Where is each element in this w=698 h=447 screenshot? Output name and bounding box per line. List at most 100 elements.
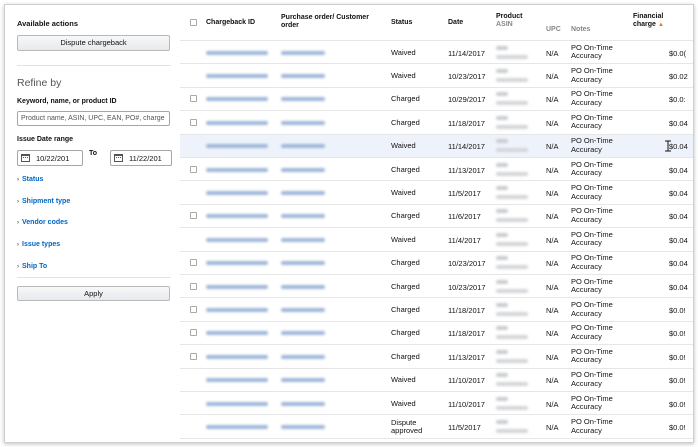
table-row[interactable]: Waived 11/10/2017 N/A PO On-Time Accuracy $0… xyxy=(180,369,693,392)
col-notes[interactable]: Notes xyxy=(571,26,590,33)
col-status[interactable]: Status xyxy=(391,19,412,26)
table-row[interactable]: Waived 11/14/2017 N/A PO On-Time Accuracy $0… xyxy=(180,134,693,158)
chargeback-id-link[interactable] xyxy=(206,284,268,289)
purchase-order-link[interactable] xyxy=(281,191,325,196)
chargeback-id-link[interactable] xyxy=(206,120,268,125)
chargeback-id-link[interactable] xyxy=(206,237,268,242)
table-row[interactable]: Waived 11/10/2017 N/A PO On-Time Accuracy $0… xyxy=(180,392,693,416)
financial-charge-value: $0.0: xyxy=(669,95,686,105)
purchase-order-link[interactable] xyxy=(281,120,325,125)
col-financial-charge[interactable]: Financial charge ▲ xyxy=(633,13,693,29)
chargeback-id-link[interactable] xyxy=(206,214,268,219)
purchase-order-link[interactable] xyxy=(281,378,325,383)
filter-vendor-codes[interactable]: › Vendor codes xyxy=(17,219,68,226)
filter-shipment-type[interactable]: › Shipment type xyxy=(17,198,70,205)
col-purchase-order[interactable]: Purchase order/ Customer order xyxy=(281,14,376,30)
purchase-order-link[interactable] xyxy=(281,237,325,242)
table-row[interactable]: Waived 11/5/2017 N/A PO On-Time Accuracy $0.… xyxy=(180,181,693,205)
filter-label: Issue types xyxy=(22,241,61,248)
asin-value xyxy=(496,148,528,153)
purchase-order-link[interactable] xyxy=(281,354,325,359)
purchase-order-link[interactable] xyxy=(281,425,325,430)
financial-charge-value: $0.0! xyxy=(669,329,686,339)
table-row[interactable]: Charged 10/23/2017 N/A PO On-Time Accuracy $… xyxy=(180,275,693,299)
table-row[interactable]: Charged 11/18/2017 N/A PO On-Time Accuracy $… xyxy=(180,298,693,322)
row-checkbox[interactable] xyxy=(190,306,197,314)
table-row[interactable]: Waived 11/4/2017 N/A PO On-Time Accuracy $0.… xyxy=(180,228,693,252)
col-chargeback-id[interactable]: Chargeback ID xyxy=(206,19,255,26)
chargeback-id-link[interactable] xyxy=(206,354,268,359)
chargeback-id-link[interactable] xyxy=(206,401,268,406)
purchase-order-link[interactable] xyxy=(281,167,325,172)
filter-ship-to[interactable]: › Ship To xyxy=(17,263,47,270)
purchase-order-link[interactable] xyxy=(281,74,325,79)
row-checkbox[interactable] xyxy=(190,118,197,126)
chargeback-id-link[interactable] xyxy=(206,308,268,313)
table-row[interactable]: Charged 11/18/2017 N/A PO On-Time Accuracy $… xyxy=(180,322,693,346)
row-checkbox[interactable] xyxy=(190,165,197,173)
table-row[interactable]: Charged 11/13/2017 N/A PO On-Time Accuracy $… xyxy=(180,158,693,182)
chargeback-id-link[interactable] xyxy=(206,378,268,383)
filter-label: Ship To xyxy=(22,263,48,270)
chargeback-id-link[interactable] xyxy=(206,74,268,79)
product-name xyxy=(496,349,508,354)
row-checkbox[interactable] xyxy=(190,212,197,220)
purchase-order-link[interactable] xyxy=(281,401,325,406)
table-row[interactable]: Waived 10/23/2017 N/A PO On-Time Accuracy $0… xyxy=(180,64,693,88)
row-checkbox[interactable] xyxy=(190,329,197,337)
date-value: 11/5/2017 xyxy=(448,189,481,199)
date-to-field[interactable]: 11/22/201 xyxy=(110,150,172,166)
purchase-order-link[interactable] xyxy=(281,261,325,266)
purchase-order-link[interactable] xyxy=(281,284,325,289)
table-row[interactable]: Charged 11/18/2017 N/A PO On-Time Accuracy $… xyxy=(180,111,693,135)
chargeback-id-link[interactable] xyxy=(206,97,268,102)
table-row[interactable]: Dispute approved 11/5/2017 N/A PO On-Time A… xyxy=(180,415,693,439)
table-row[interactable]: Charged 10/23/2017 N/A PO On-Time Accuracy $… xyxy=(180,252,693,275)
row-checkbox[interactable] xyxy=(190,259,197,267)
dispute-chargeback-button[interactable]: Dispute chargeback xyxy=(17,35,170,51)
date-from-field[interactable]: 10/22/201 xyxy=(17,150,83,166)
table-row[interactable]: Charged 11/13/2017 N/A PO On-Time Accuracy $… xyxy=(180,345,693,369)
calendar-icon[interactable] xyxy=(114,154,123,162)
purchase-order-link[interactable] xyxy=(281,308,325,313)
filter-issue-types[interactable]: › Issue types xyxy=(17,241,60,248)
product-name xyxy=(496,326,508,331)
apply-button[interactable]: Apply xyxy=(17,286,170,301)
purchase-order-link[interactable] xyxy=(281,50,325,55)
product-name xyxy=(496,162,508,167)
chargeback-id-link[interactable] xyxy=(206,191,268,196)
row-checkbox[interactable] xyxy=(190,95,197,103)
product-name xyxy=(496,45,508,50)
chargeback-id-link[interactable] xyxy=(206,167,268,172)
notes-value: PO On-Time Accuracy xyxy=(571,253,613,271)
col-product[interactable]: Product xyxy=(496,13,522,20)
chargeback-id-link[interactable] xyxy=(206,261,268,266)
chevron-right-icon: › xyxy=(17,264,19,270)
chargeback-id-link[interactable] xyxy=(206,425,268,430)
row-checkbox[interactable] xyxy=(190,282,197,290)
notes-value: PO On-Time Accuracy xyxy=(571,370,613,388)
col-asin[interactable]: ASIN xyxy=(496,21,513,28)
chargeback-id-link[interactable] xyxy=(206,331,268,336)
chargeback-table: Chargeback ID Purchase order/ Customer o… xyxy=(180,5,693,442)
table-row[interactable]: Charged 11/6/2017 N/A PO On-Time Accuracy $0… xyxy=(180,205,693,229)
select-all-checkbox[interactable] xyxy=(190,19,197,26)
asin-value xyxy=(496,54,528,59)
upc-value: N/A xyxy=(546,376,559,386)
table-row[interactable]: Charged 10/29/2017 N/A PO On-Time Accuracy $… xyxy=(180,88,693,112)
purchase-order-link[interactable] xyxy=(281,214,325,219)
col-upc[interactable]: UPC xyxy=(546,26,561,33)
keyword-search-input[interactable] xyxy=(17,111,170,126)
chargeback-id-link[interactable] xyxy=(206,50,268,55)
chargeback-id-link[interactable] xyxy=(206,144,268,149)
purchase-order-link[interactable] xyxy=(281,331,325,336)
row-checkbox[interactable] xyxy=(190,352,197,360)
calendar-icon[interactable] xyxy=(21,154,30,162)
table-row[interactable]: Waived 11/14/2017 N/A PO On-Time Accuracy $0… xyxy=(180,41,693,65)
purchase-order-link[interactable] xyxy=(281,144,325,149)
col-date[interactable]: Date xyxy=(448,19,463,26)
purchase-order-link[interactable] xyxy=(281,97,325,102)
date-value: 10/23/2017 xyxy=(448,282,486,292)
filter-status[interactable]: › Status xyxy=(17,176,43,183)
status-value: Charged xyxy=(391,281,420,291)
